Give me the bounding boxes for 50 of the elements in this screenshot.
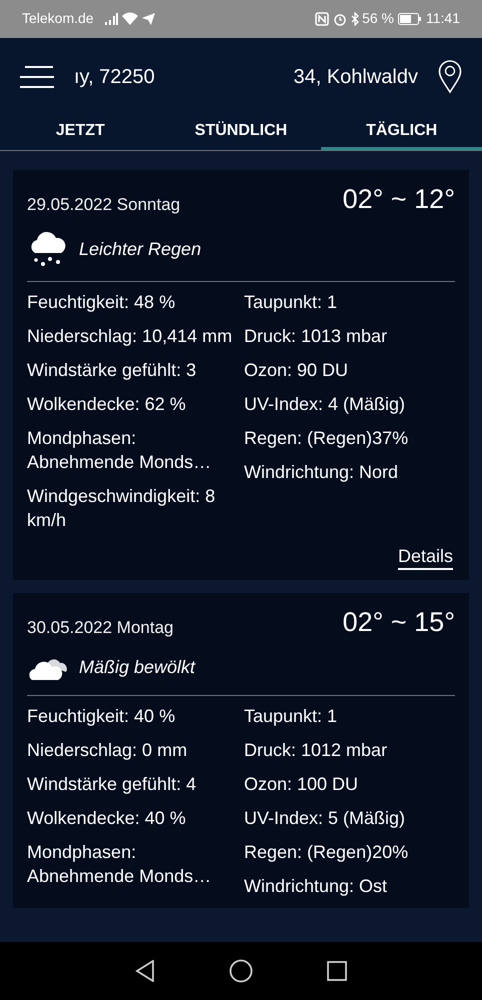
weather-detail-text: Druck: 1012 mbar (244, 738, 388, 762)
date-text: 29.05.2022 Sonntag (27, 194, 180, 216)
weather-detail-text: UV-Index: 5 (Mäßig) (244, 806, 406, 830)
nfc-icon (315, 12, 330, 26)
weather-detail-text: Regen: (Regen)37% (244, 427, 410, 450)
date-text: 30.05.2022 Montag (27, 617, 174, 640)
weather-detail-text: Feuchtigkeit: 48 % (27, 291, 176, 314)
weather-detail-text: Windgeschwindigkeit: 8 km/h (27, 485, 216, 532)
alarm-icon (333, 12, 348, 26)
back-icon[interactable] (135, 960, 155, 982)
weather-detail-text: Windstärke gefühlt: 4 (27, 772, 198, 796)
send-icon (142, 12, 155, 25)
weather-detail-text: Taupunkt: 1 (244, 704, 338, 728)
weather-detail-text: Windstärke gefühlt: 3 (27, 359, 198, 382)
home-icon[interactable] (229, 959, 253, 984)
temperature-range: 02° ~ 15° (342, 609, 455, 636)
weather-detail-text: Niederschlag: 0 mm (27, 738, 188, 762)
battery-percentage: 56 % (362, 9, 394, 28)
weather-detail-text: Mondphasen: Abnehmende Monds… (27, 427, 212, 474)
weather-detail-text: Regen: (Regen)20% (244, 840, 410, 864)
menu-icon[interactable] (20, 64, 54, 89)
clock-text: 11:41 (426, 9, 460, 28)
tab[interactable]: JETZT (0, 116, 161, 150)
weather-detail-text: UV-Index: 4 (Mäßig) (244, 393, 406, 416)
weather-detail-text: Druck: 1013 mbar (244, 325, 388, 348)
signal-icon (104, 12, 118, 25)
battery-icon (398, 12, 422, 25)
weather-detail-text: Ozon: 100 DU (244, 772, 360, 796)
recents-icon[interactable] (327, 961, 347, 982)
weather-detail-text: Mondphasen: Abnehmende Monds… (27, 840, 212, 888)
weather-detail-text: Wolkendecke: 62 % (27, 393, 187, 416)
weather-detail-text: Feuchtigkeit: 40 % (27, 704, 176, 728)
weather-detail-text: Windrichtung: Nord (244, 461, 400, 484)
bluetooth-icon (350, 12, 360, 26)
wifi-icon (122, 12, 138, 26)
weather-detail-text: Ozon: 90 DU (244, 359, 350, 382)
details-link[interactable]: Details (398, 544, 453, 570)
location-pin-icon[interactable] (438, 60, 462, 94)
weather-detail-text: Niederschlag: 10,414 mm (27, 325, 234, 348)
tab[interactable]: STÜNDLICH (160, 116, 322, 150)
condition-text: Mäßig bewölkt (79, 656, 196, 680)
temperature-range: 02° ~ 12° (342, 186, 455, 213)
weather-detail-text: Windrichtung: Ost (244, 874, 388, 898)
weather-detail-text: Wolkendecke: 40 % (27, 806, 187, 830)
weather-detail-text: Taupunkt: 1 (244, 291, 338, 314)
location-text: ıy, 72250 (74, 64, 155, 90)
tab[interactable]: TÄGLICH (321, 116, 482, 150)
carrier-text: Telekom.de (22, 9, 94, 28)
location-text: 34, Kohlwaldv (293, 64, 418, 90)
condition-text: Leichter Regen (79, 238, 202, 261)
